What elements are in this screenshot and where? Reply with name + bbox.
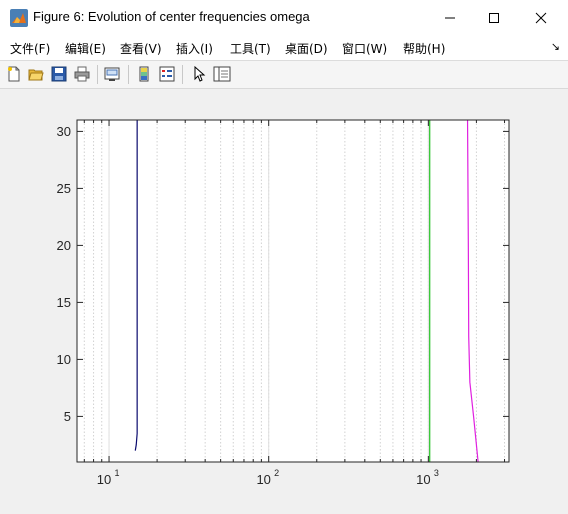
close-button[interactable] — [518, 0, 564, 36]
chart-plot[interactable]: 10 1 10 2 10 3 5 10 15 20 25 30 — [4, 90, 564, 510]
legend-icon — [159, 66, 175, 82]
toolbar-separator — [97, 65, 98, 84]
matlab-logo-icon — [10, 9, 28, 27]
x-tick-label: 10 — [256, 472, 270, 487]
y-tick-label: 5 — [64, 409, 71, 424]
x-tick-label: 10 — [416, 472, 430, 487]
toolbar-separator — [182, 65, 183, 84]
x-tick-label-exponent: 2 — [274, 468, 279, 478]
menu-bar: 文件(F) 编辑(E) 查看(V) 插入(I) 工具(T) 桌面(D) 窗口(W… — [0, 36, 568, 61]
figure-toolbar — [0, 61, 568, 89]
menu-help[interactable]: 帮助(H) — [403, 40, 445, 57]
colorbar-icon — [139, 66, 149, 82]
link-plot-button[interactable] — [103, 64, 123, 84]
link-plot-icon — [104, 67, 120, 81]
pointer-button[interactable] — [189, 64, 209, 84]
minimize-icon — [445, 17, 455, 19]
pointer-icon — [194, 66, 206, 82]
menu-window[interactable]: 窗口(W) — [342, 40, 387, 57]
menu-view[interactable]: 查看(V) — [120, 40, 162, 57]
open-file-button[interactable] — [26, 64, 46, 84]
new-figure-button[interactable] — [4, 64, 24, 84]
y-tick-label: 20 — [57, 238, 71, 253]
new-figure-icon — [8, 66, 20, 82]
close-icon — [535, 12, 547, 24]
plot-background — [77, 120, 509, 462]
menu-tools[interactable]: 工具(T) — [230, 40, 271, 57]
window-title: Figure 6: Evolution of center frequencie… — [33, 9, 310, 24]
menu-desktop[interactable]: 桌面(D) — [285, 40, 328, 57]
print-button[interactable] — [72, 64, 92, 84]
minimize-button[interactable] — [427, 0, 473, 36]
property-inspector-button[interactable] — [212, 64, 232, 84]
y-tick-label: 30 — [57, 124, 71, 139]
maximize-button[interactable] — [471, 0, 517, 36]
x-tick-label: 10 — [97, 472, 111, 487]
x-tick-label-exponent: 3 — [434, 468, 439, 478]
save-button[interactable] — [49, 64, 69, 84]
print-icon — [74, 66, 90, 82]
property-inspector-icon — [213, 66, 231, 82]
title-bar: Figure 6: Evolution of center frequencie… — [0, 0, 568, 37]
menu-insert[interactable]: 插入(I) — [176, 40, 213, 57]
x-tick-label-exponent: 1 — [115, 468, 120, 478]
toolbar-separator — [128, 65, 129, 84]
maximize-icon — [489, 13, 499, 23]
menu-file[interactable]: 文件(F) — [10, 40, 50, 57]
y-tick-label: 15 — [57, 295, 71, 310]
open-file-icon — [28, 69, 44, 81]
y-tick-label: 10 — [57, 352, 71, 367]
colorbar-button[interactable] — [134, 64, 154, 84]
save-icon — [51, 66, 67, 82]
y-tick-label: 25 — [57, 181, 71, 196]
figure-canvas: 10 1 10 2 10 3 5 10 15 20 25 30 — [4, 90, 564, 510]
menu-edit[interactable]: 编辑(E) — [65, 40, 106, 57]
legend-button[interactable] — [157, 64, 177, 84]
dock-arrow-icon[interactable]: ↘ — [551, 40, 560, 53]
